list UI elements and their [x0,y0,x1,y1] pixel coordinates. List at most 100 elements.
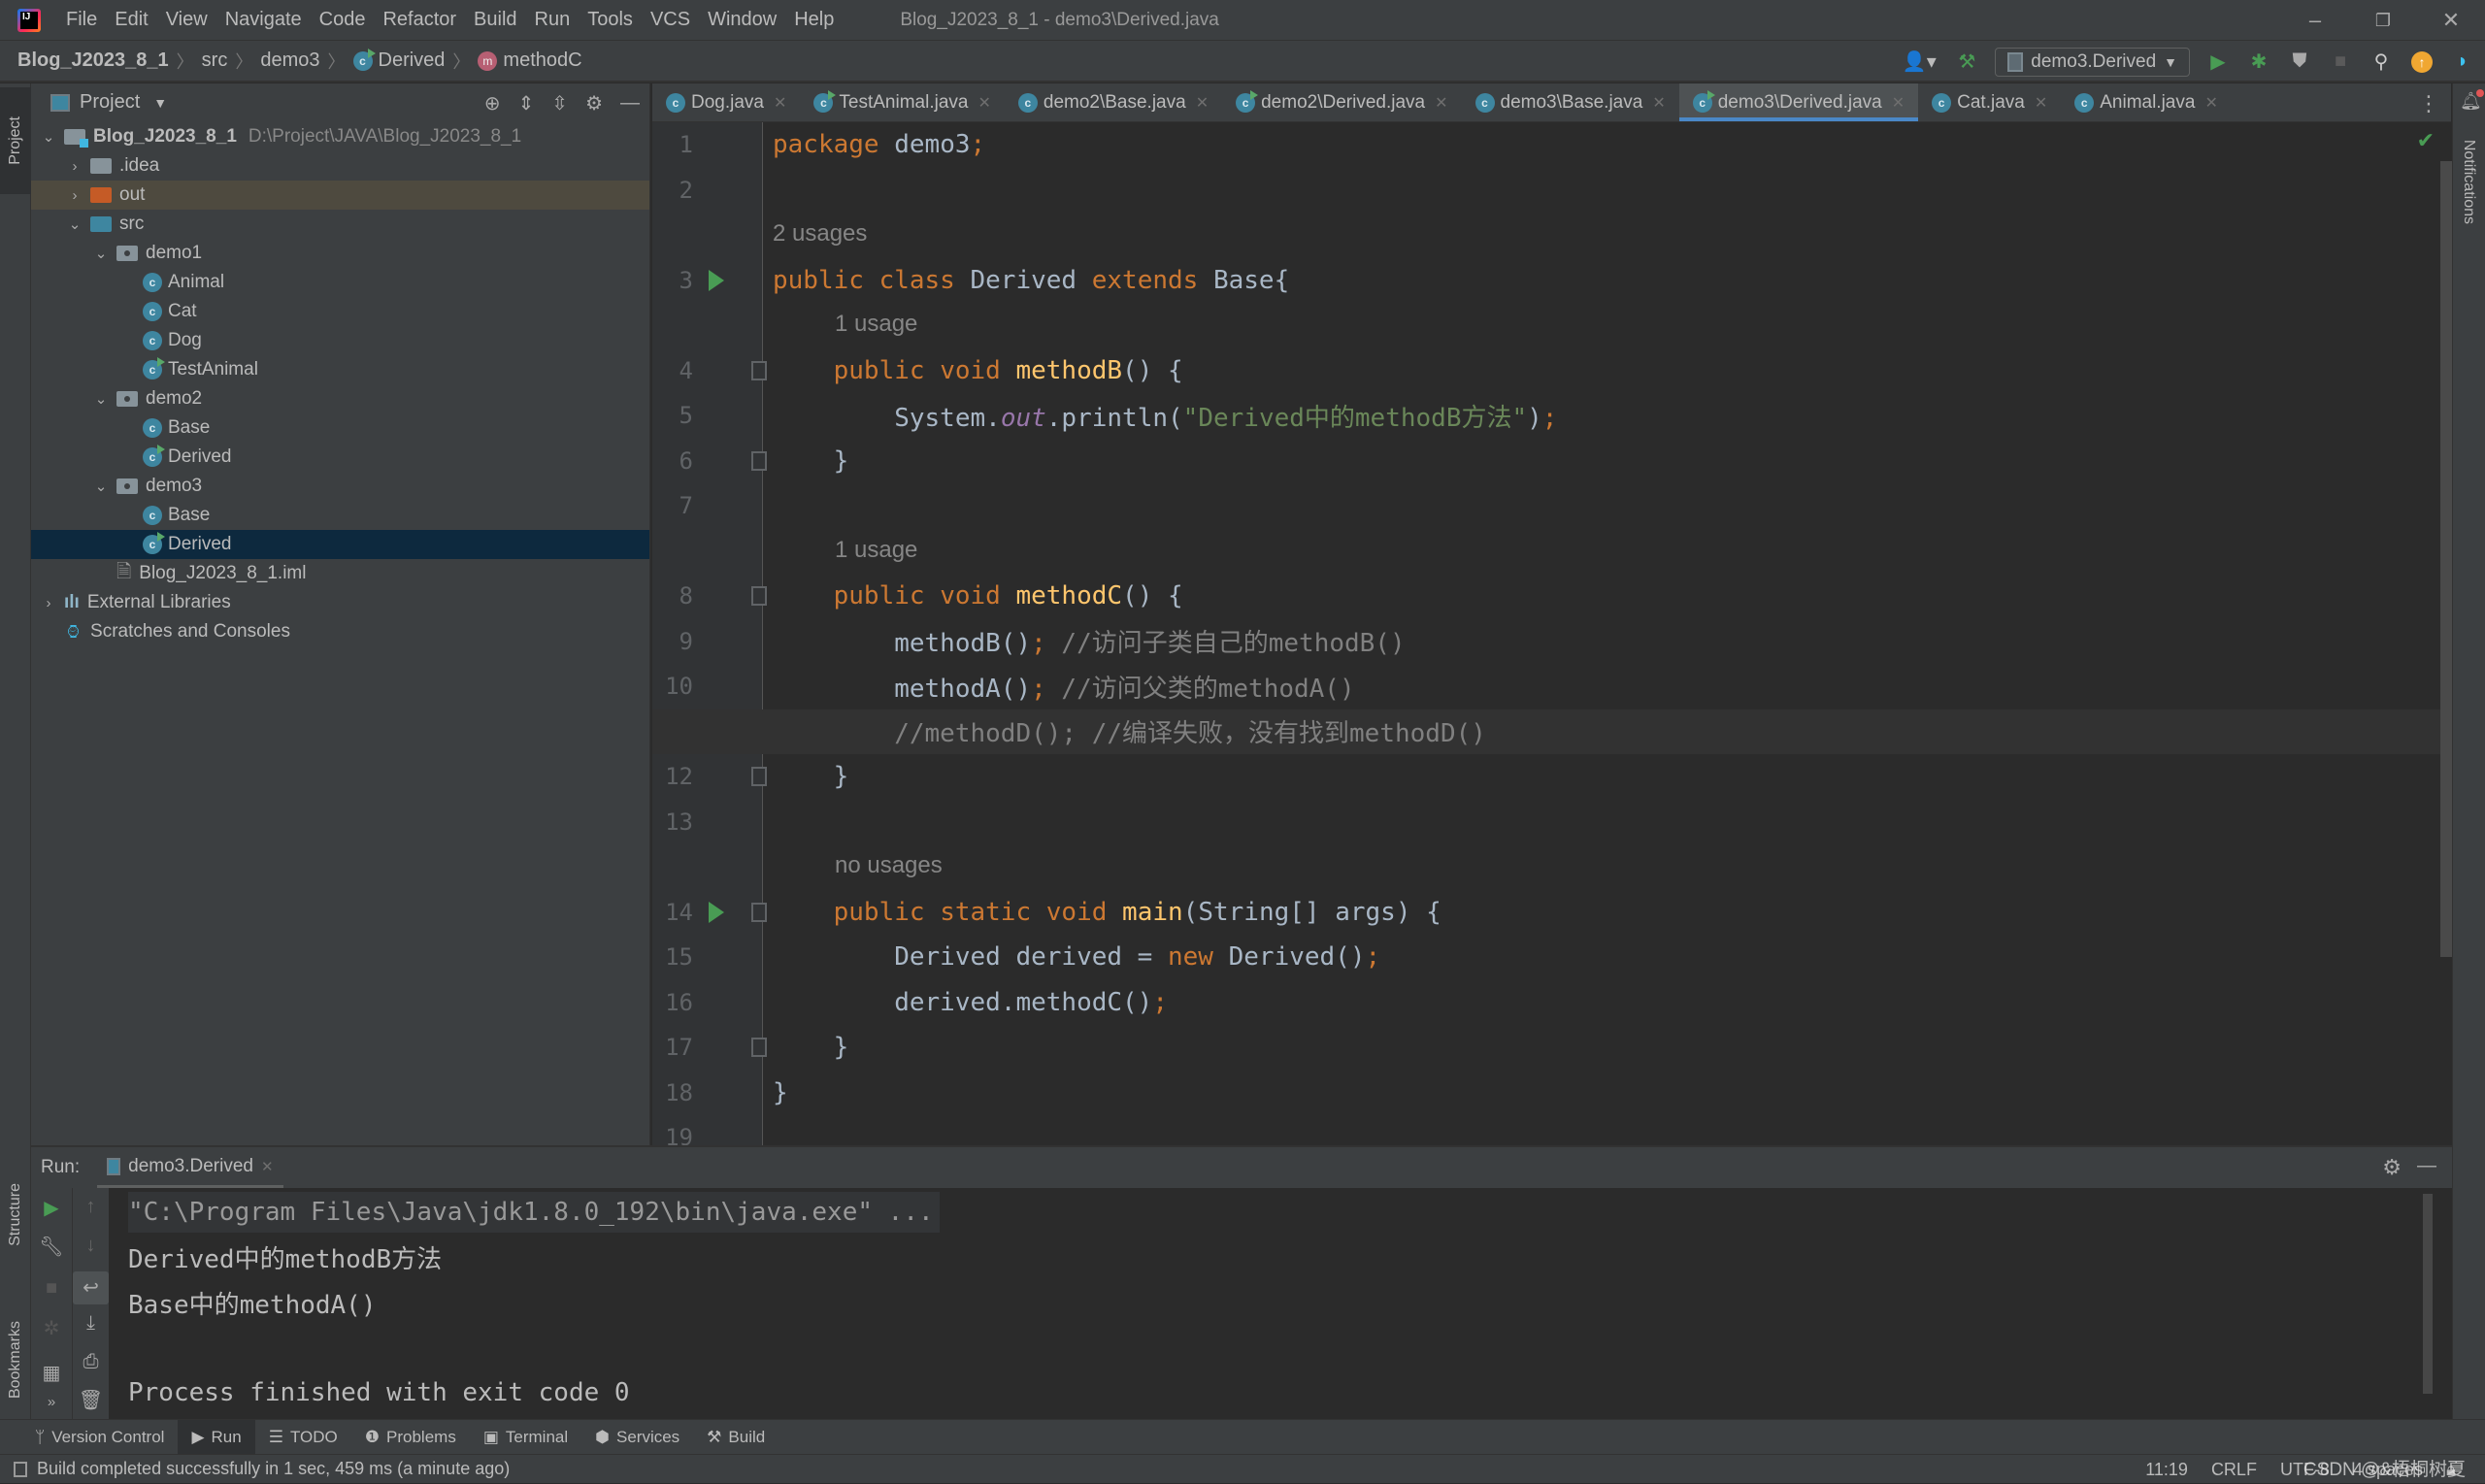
close-tab-icon[interactable]: ✕ [2204,93,2217,113]
chevron-down-icon[interactable]: ⌄ [91,390,111,408]
code-line[interactable]: Derived derived = new Derived(); [652,935,2452,979]
vcs-user-icon[interactable]: 👤▾ [1900,49,1938,75]
expand-all-icon[interactable]: ⇕ [518,91,535,115]
more-icon[interactable]: » [31,1394,72,1410]
update-icon[interactable]: ↑ [2409,49,2435,75]
code-line[interactable]: public static void main(String[] args) { [652,890,2452,935]
tool-tab-services[interactable]: ⬢ Services [581,1420,693,1455]
breadcrumb-src[interactable]: src [202,49,228,72]
code-line[interactable]: } [652,1025,2452,1070]
notifications-tool-tab[interactable]: Notifications [2453,118,2484,245]
code-line[interactable]: derived.methodC(); [652,980,2452,1025]
tool-tab-run[interactable]: ▶ Run [178,1419,255,1455]
line-separator[interactable]: CRLF [2211,1460,2257,1480]
code-line[interactable] [652,800,2452,844]
menu-run[interactable]: Run [533,5,573,35]
tree-item-derived[interactable]: c Derived [31,530,649,559]
code-line[interactable]: } [652,439,2452,483]
chevron-down-icon[interactable]: ▼ [153,95,167,111]
chevron-right-icon[interactable]: › [65,158,84,175]
scroll-to-end-icon[interactable]: ⤓ [73,1312,109,1335]
console-output[interactable]: "C:\Program Files\Java\jdk1.8.0_192\bin\… [128,1188,2433,1419]
close-tab-icon[interactable]: ✕ [1196,93,1209,113]
code-line[interactable]: public void methodC() { [652,574,2452,618]
breadcrumb-blog-j2023-8-1[interactable]: Blog_J2023_8_1 [17,49,169,72]
tree-item-testanimal[interactable]: c TestAnimal [31,355,649,384]
soft-wrap-icon[interactable]: ↩ [73,1271,109,1304]
restore-layout-icon[interactable]: ✲ [31,1316,72,1340]
close-tab-icon[interactable]: ✕ [1892,93,1905,113]
tab-demo2-derived-java[interactable]: c demo2\Derived.java ✕ [1222,83,1461,121]
collapse-all-icon[interactable]: ⇳ [551,91,568,115]
tool-tab-problems[interactable]: ❶ Problems [351,1420,470,1455]
structure-tool-tab[interactable]: Structure [0,1151,31,1277]
tab-testanimal-java[interactable]: c TestAnimal.java ✕ [800,83,1004,121]
code-line[interactable]: } [652,1071,2452,1115]
close-tab-icon[interactable]: ✕ [977,93,990,113]
menu-help[interactable]: Help [792,5,836,35]
menu-view[interactable]: View [164,5,210,35]
project-tool-tab[interactable]: Project [0,87,31,194]
tool-tab-build[interactable]: ⚒ Build [693,1420,779,1455]
tree-item-base[interactable]: c Base [31,501,649,530]
tree-item-idea[interactable]: › .idea [31,151,649,181]
stop-icon[interactable]: ■ [2328,49,2353,75]
menu-tools[interactable]: Tools [585,5,635,35]
tree-item-scratches-and-consoles[interactable]: ⌚︎ Scratches and Consoles [31,617,649,646]
chevron-down-icon[interactable]: ⌄ [39,128,58,146]
code-with-me-icon[interactable]: ◗ [2450,49,2475,75]
tab-demo3-derived-java[interactable]: c demo3\Derived.java ✕ [1678,83,1919,121]
restore-button[interactable]: ❐ [2349,0,2417,41]
tree-item-out[interactable]: › out [31,181,649,210]
menu-build[interactable]: Build [472,5,518,35]
run-icon[interactable]: ▶ [2205,49,2231,75]
wrench-icon[interactable]: 🔧︎ [31,1235,72,1259]
tree-item-demo2[interactable]: ⌄ demo2 [31,384,649,413]
no-problems-check-icon[interactable]: ✔ [2417,128,2435,153]
chevron-right-icon[interactable]: › [39,595,58,611]
tab-animal-java[interactable]: c Animal.java ✕ [2061,83,2232,121]
tree-item-base[interactable]: c Base [31,413,649,443]
menu-window[interactable]: Window [706,5,779,35]
search-icon[interactable]: ⚲ [2369,49,2394,75]
inlay-usages-hint[interactable]: 1 usage [835,537,917,564]
inlay-usages-hint[interactable]: no usages [835,852,943,879]
run-tab-demo3-derived[interactable]: demo3.Derived ✕ [97,1147,283,1188]
tree-item-cat[interactable]: c Cat [31,297,649,326]
close-tab-icon[interactable]: ✕ [1652,93,1665,113]
breadcrumb-derived[interactable]: c Derived [352,48,445,72]
code-line[interactable]: methodB(); //访问子类自己的methodB() [652,619,2452,664]
coverage-icon[interactable]: ⛊ [2287,49,2312,75]
locate-file-icon[interactable]: ⊕ [484,91,501,115]
tool-tab-todo[interactable]: ☰ TODO [255,1420,351,1455]
breadcrumb-demo3[interactable]: demo3 [260,49,319,72]
tool-tab-terminal[interactable]: ▣ Terminal [470,1420,581,1455]
console-scrollbar[interactable] [2423,1194,2433,1394]
code-line[interactable]: public void methodB() { [652,348,2452,393]
menu-navigate[interactable]: Navigate [223,5,304,35]
code-line[interactable]: //methodD(); //编译失败，没有找到methodD() [652,709,2452,754]
tab-demo3-base-java[interactable]: c demo3\Base.java ✕ [1462,83,1679,121]
status-message[interactable]: Build completed successfully in 1 sec, 4… [37,1459,510,1479]
code-line[interactable]: public class Derived extends Base{ [652,258,2452,303]
caret-position[interactable]: 11:19 [2145,1460,2188,1480]
tool-tab-version-control[interactable]: ᛘ Version Control [21,1420,178,1455]
code-line[interactable]: methodA(); //访问父类的methodA() [652,664,2452,709]
tree-item-derived[interactable]: c Derived [31,443,649,472]
close-button[interactable]: ✕ [2417,0,2485,41]
code-line[interactable] [652,168,2452,213]
editor-scrollbar[interactable] [2440,161,2452,957]
code-line[interactable] [652,483,2452,528]
tree-item-blog-j2023-8-1-iml[interactable]: 🗎︎ Blog_J2023_8_1.iml [31,559,649,588]
bookmarks-tool-tab[interactable]: Bookmarks [0,1287,31,1433]
breadcrumb-methodc[interactable]: m methodC [478,49,582,72]
tree-item-demo3[interactable]: ⌄ demo3 [31,472,649,501]
tab-dog-java[interactable]: c Dog.java ✕ [652,83,800,121]
hide-panel-icon[interactable]: — [620,92,640,115]
chevron-down-icon[interactable]: ⌄ [91,478,111,495]
tree-item-dog[interactable]: c Dog [31,326,649,355]
run-config-selector[interactable]: demo3.Derived ▼ [1995,47,2190,77]
menu-edit[interactable]: Edit [113,5,149,35]
up-arrow-icon[interactable]: ↑ [73,1196,109,1218]
inlay-usages-hint[interactable]: 2 usages [773,220,867,247]
